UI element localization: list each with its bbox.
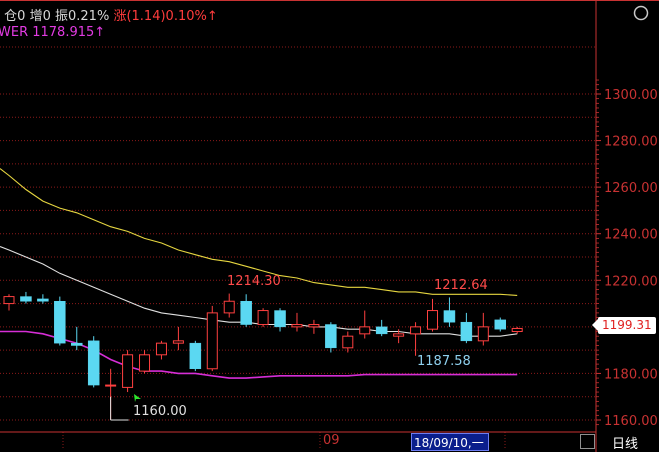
candle-body: [410, 326, 422, 335]
candle-body: [427, 310, 438, 330]
candlestick-chart[interactable]: 1300.00 1280.00 1260.00 1240.00 1220.00 1180.…: [0, 0, 659, 452]
candle-body: [155, 342, 167, 356]
price-label: 1220.00: [604, 274, 658, 289]
candle-body: [342, 335, 354, 349]
price-label: 1180.00: [604, 367, 658, 382]
candle-body: [460, 321, 473, 342]
candle-body: [240, 300, 252, 325]
candle-body: [325, 324, 337, 349]
candle-body: [359, 326, 371, 335]
cursor-date-box: 18/09/10,一: [411, 433, 489, 451]
candle-body: [139, 354, 151, 372]
low-left-label: 1160.00: [133, 404, 187, 419]
candle-body: [54, 300, 66, 344]
high-right-label: 1212.64: [434, 278, 488, 293]
candle-body: [274, 310, 286, 328]
low-leader-line: [110, 396, 129, 421]
kline-window: 量 仓0 增0 振0.21% 涨(1.14)0.10%↑ WER 1178.91…: [0, 0, 659, 452]
period-label[interactable]: 日线: [612, 433, 638, 452]
candle-body: [206, 312, 218, 370]
candle-body: [122, 354, 134, 388]
price-label: 1260.00: [604, 181, 658, 196]
candle-body: [223, 300, 235, 314]
candle-body: [393, 333, 405, 337]
current-price-pointer: [592, 319, 598, 331]
candle-body: [477, 326, 489, 342]
price-label: 1160.00: [604, 414, 658, 429]
candle-body: [87, 340, 100, 386]
candle-body: [172, 340, 184, 344]
candle-body: [494, 319, 507, 330]
month-label: 09: [323, 433, 340, 448]
current-price-value: 1199.31: [602, 318, 652, 332]
candle-body: [291, 324, 303, 328]
low-mid-label: 1187.58: [417, 354, 471, 369]
candle-body: [37, 298, 49, 302]
candle-body: [443, 310, 456, 323]
candle-body: [375, 326, 388, 335]
candle-body: [71, 342, 83, 346]
candle-body: [3, 296, 15, 305]
low-pointer-icon: [134, 394, 141, 402]
price-label: 1280.00: [604, 135, 658, 150]
candle-body: [257, 310, 269, 326]
candle-body: [105, 384, 117, 387]
period-toggle-button[interactable]: [580, 434, 595, 449]
candle-body: [189, 342, 202, 370]
high-left-label: 1214.30: [227, 274, 281, 289]
cursor-date: 18/09/10,一: [414, 436, 484, 450]
candle-body: [308, 324, 320, 328]
current-price-tag: 1199.31: [598, 317, 656, 334]
price-label: 1300.00: [604, 88, 658, 103]
price-label: 1240.00: [604, 228, 658, 243]
candle-body: [20, 296, 32, 302]
candle-body: [511, 327, 523, 333]
